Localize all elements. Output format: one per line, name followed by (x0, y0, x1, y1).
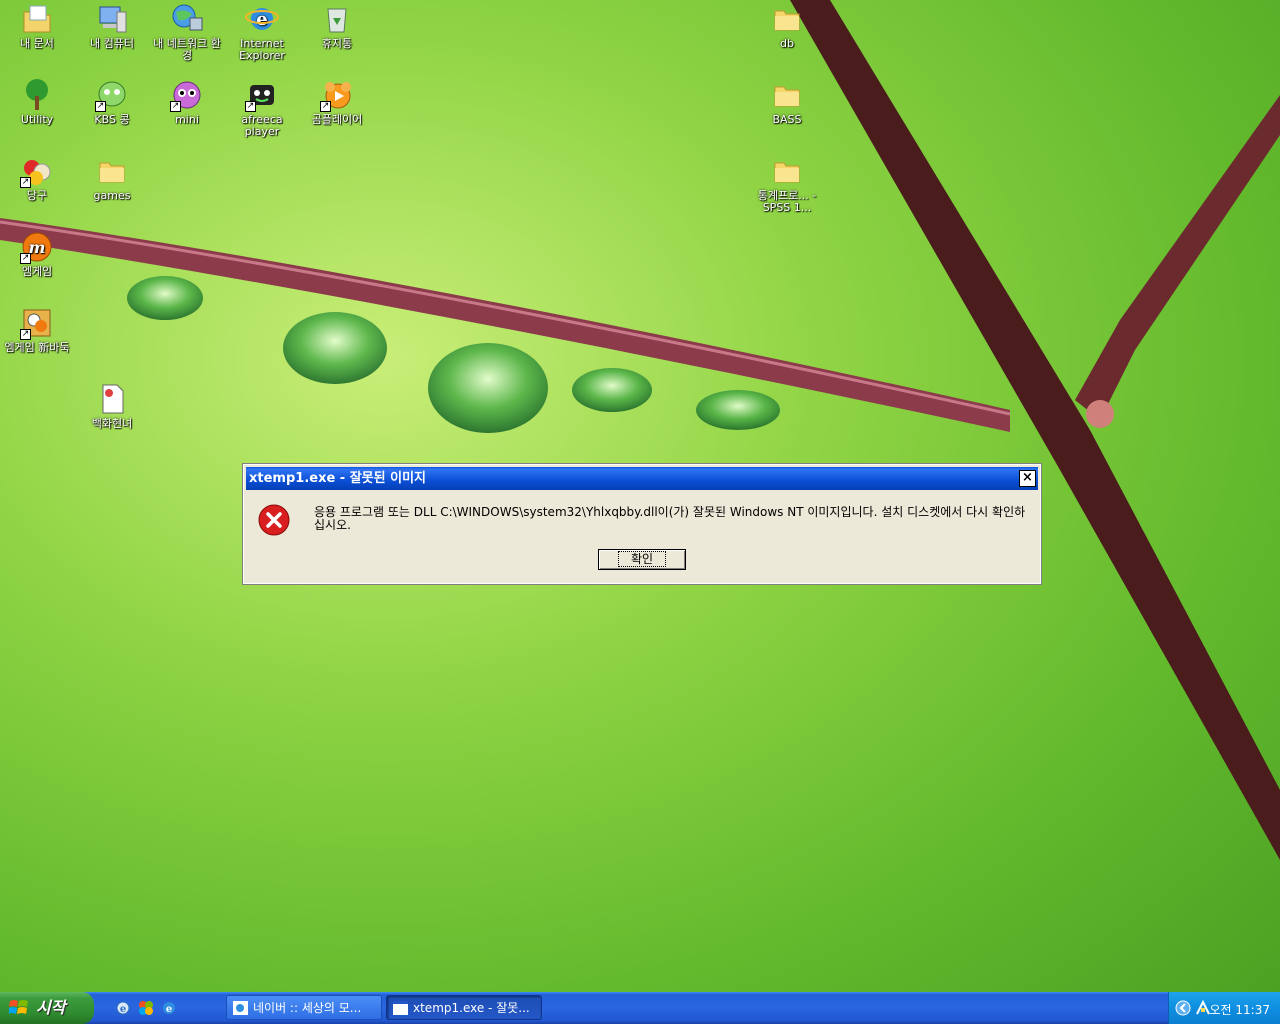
shortcut-arrow-icon: ↗ (245, 101, 256, 112)
desktop-icon-mgame[interactable]: m ↗ 엠게임 (0, 230, 74, 278)
window-icon (393, 1001, 408, 1015)
desktop-icon-spss[interactable]: 통계프로... - SPSS 1... (750, 154, 824, 214)
icon-label: KBS 콩 (94, 113, 130, 126)
close-button[interactable]: × (1019, 470, 1036, 487)
my-documents-icon (20, 2, 54, 36)
shortcut-arrow-icon: ↗ (320, 101, 331, 112)
system-tray: 오전 11:37 (1168, 992, 1280, 1024)
network-icon (170, 2, 204, 36)
desktop-icon-billiards[interactable]: ↗ 당구 (0, 154, 74, 202)
icon-label: Utility (20, 113, 54, 126)
folder-icon (770, 154, 804, 188)
start-button[interactable]: 시작 (0, 992, 94, 1024)
recycle-bin-icon (320, 2, 354, 36)
icon-label: afreeca player (241, 113, 283, 138)
windows-logo-icon (9, 1000, 28, 1014)
mini-icon: ↗ (170, 78, 204, 112)
icon-label: Internet Explorer (239, 37, 285, 62)
desktop-icon-afreeca[interactable]: ↗ afreeca player (225, 78, 299, 138)
folder-icon (95, 154, 129, 188)
desktop-icon-utility[interactable]: Utility (0, 78, 74, 126)
dialog-title: xtemp1.exe - 잘못된 이미지 (249, 471, 427, 486)
desktop-icon-my-documents[interactable]: 내 문서 (0, 2, 74, 50)
document-icon (95, 382, 129, 416)
dialog-titlebar[interactable]: xtemp1.exe - 잘못된 이미지 × (246, 467, 1038, 490)
folder-icon (770, 2, 804, 36)
shortcut-arrow-icon: ↗ (20, 253, 31, 264)
desktop-icon-internet-explorer[interactable]: e Internet Explorer (225, 2, 299, 62)
svg-text:e: e (166, 1004, 172, 1015)
quicklaunch-media-icon[interactable] (138, 1000, 154, 1016)
icon-label: 통계프로... - SPSS 1... (757, 189, 817, 214)
start-label: 시작 (36, 998, 66, 1017)
icon-label: 백화현녀 (91, 417, 133, 430)
ie-window-icon (233, 1001, 248, 1015)
mgame-icon: m ↗ (20, 230, 54, 264)
ok-button[interactable]: 확인 (598, 549, 686, 570)
desktop-icon-mini[interactable]: ↗ mini (150, 78, 224, 126)
desktop-icon-document[interactable]: 백화현녀 (75, 382, 149, 430)
desktop-icon-recycle-bin[interactable]: 휴지통 (300, 2, 374, 50)
desktop-icon-my-computer[interactable]: 내 컴퓨터 (75, 2, 149, 50)
desktop-icon-network[interactable]: 내 네트워크 환경 (150, 2, 224, 62)
ok-button-label: 확인 (617, 551, 667, 567)
error-message: 응용 프로그램 또는 DLL C:\WINDOWS\system32\Yhlxq… (314, 505, 1026, 532)
svg-text:m: m (29, 238, 46, 257)
shortcut-arrow-icon: ↗ (170, 101, 181, 112)
dialog-body: 응용 프로그램 또는 DLL C:\WINDOWS\system32\Yhlxq… (244, 490, 1040, 583)
baduk-icon: ↗ (20, 306, 54, 340)
ie-icon: e (245, 2, 279, 36)
shortcut-arrow-icon: ↗ (20, 329, 31, 340)
icon-label: 당구 (26, 189, 48, 202)
icon-label: 휴지통 (321, 37, 353, 50)
desktop-icon-baduk[interactable]: ↗ 엠게임 新바둑 (0, 306, 74, 354)
error-icon (258, 504, 290, 536)
my-computer-icon (95, 2, 129, 36)
svg-text:e: e (120, 1004, 126, 1015)
icon-label: 엠게임 新바둑 (4, 341, 70, 354)
icon-label: 내 네트워크 환경 (153, 37, 221, 62)
task-label: xtemp1.exe - 잘못... (413, 1001, 530, 1015)
taskbar: 시작 e e 네이버 :: 세상의 모... xtemp1.exe - 잘못..… (0, 992, 1280, 1024)
kbs-kong-icon: ↗ (95, 78, 129, 112)
desktop-icon-games[interactable]: games (75, 154, 149, 202)
icon-label: 내 컴퓨터 (90, 37, 134, 50)
icon-label: BASS (772, 113, 802, 126)
quicklaunch-ie-icon[interactable]: e (115, 1000, 131, 1016)
task-label: 네이버 :: 세상의 모... (253, 1001, 362, 1015)
desktop-icon-bass[interactable]: BASS (750, 78, 824, 126)
icon-label: 내 문서 (20, 37, 54, 50)
icon-label: 엠게임 (21, 265, 53, 278)
shortcut-arrow-icon: ↗ (95, 101, 106, 112)
icon-label: games (93, 189, 131, 202)
icon-label: db (780, 37, 794, 50)
gom-player-icon: ↗ (320, 78, 354, 112)
billiards-icon: ↗ (20, 154, 54, 188)
tray-arrow-icon[interactable] (1175, 1000, 1191, 1016)
folder-icon (770, 78, 804, 112)
error-dialog: xtemp1.exe - 잘못된 이미지 × 응용 프로그램 또는 DLL C:… (242, 463, 1042, 585)
desktop-icon-kbs-kong[interactable]: ↗ KBS 콩 (75, 78, 149, 126)
clock[interactable]: 오전 11:37 (1210, 1001, 1270, 1018)
taskbar-item-xtemp1[interactable]: xtemp1.exe - 잘못... (386, 995, 542, 1020)
desktop-icon-gom-player[interactable]: ↗ 곰플레이어 (300, 78, 374, 126)
shortcut-arrow-icon: ↗ (20, 177, 31, 188)
tree-icon (20, 78, 54, 112)
icon-label: 곰플레이어 (311, 113, 363, 126)
quicklaunch-ie2-icon[interactable]: e (161, 1000, 177, 1016)
afreeca-icon: ↗ (245, 78, 279, 112)
desktop-icon-db[interactable]: db (750, 2, 824, 50)
taskbar-item-naver[interactable]: 네이버 :: 세상의 모... (226, 995, 382, 1020)
icon-label: mini (175, 113, 199, 126)
